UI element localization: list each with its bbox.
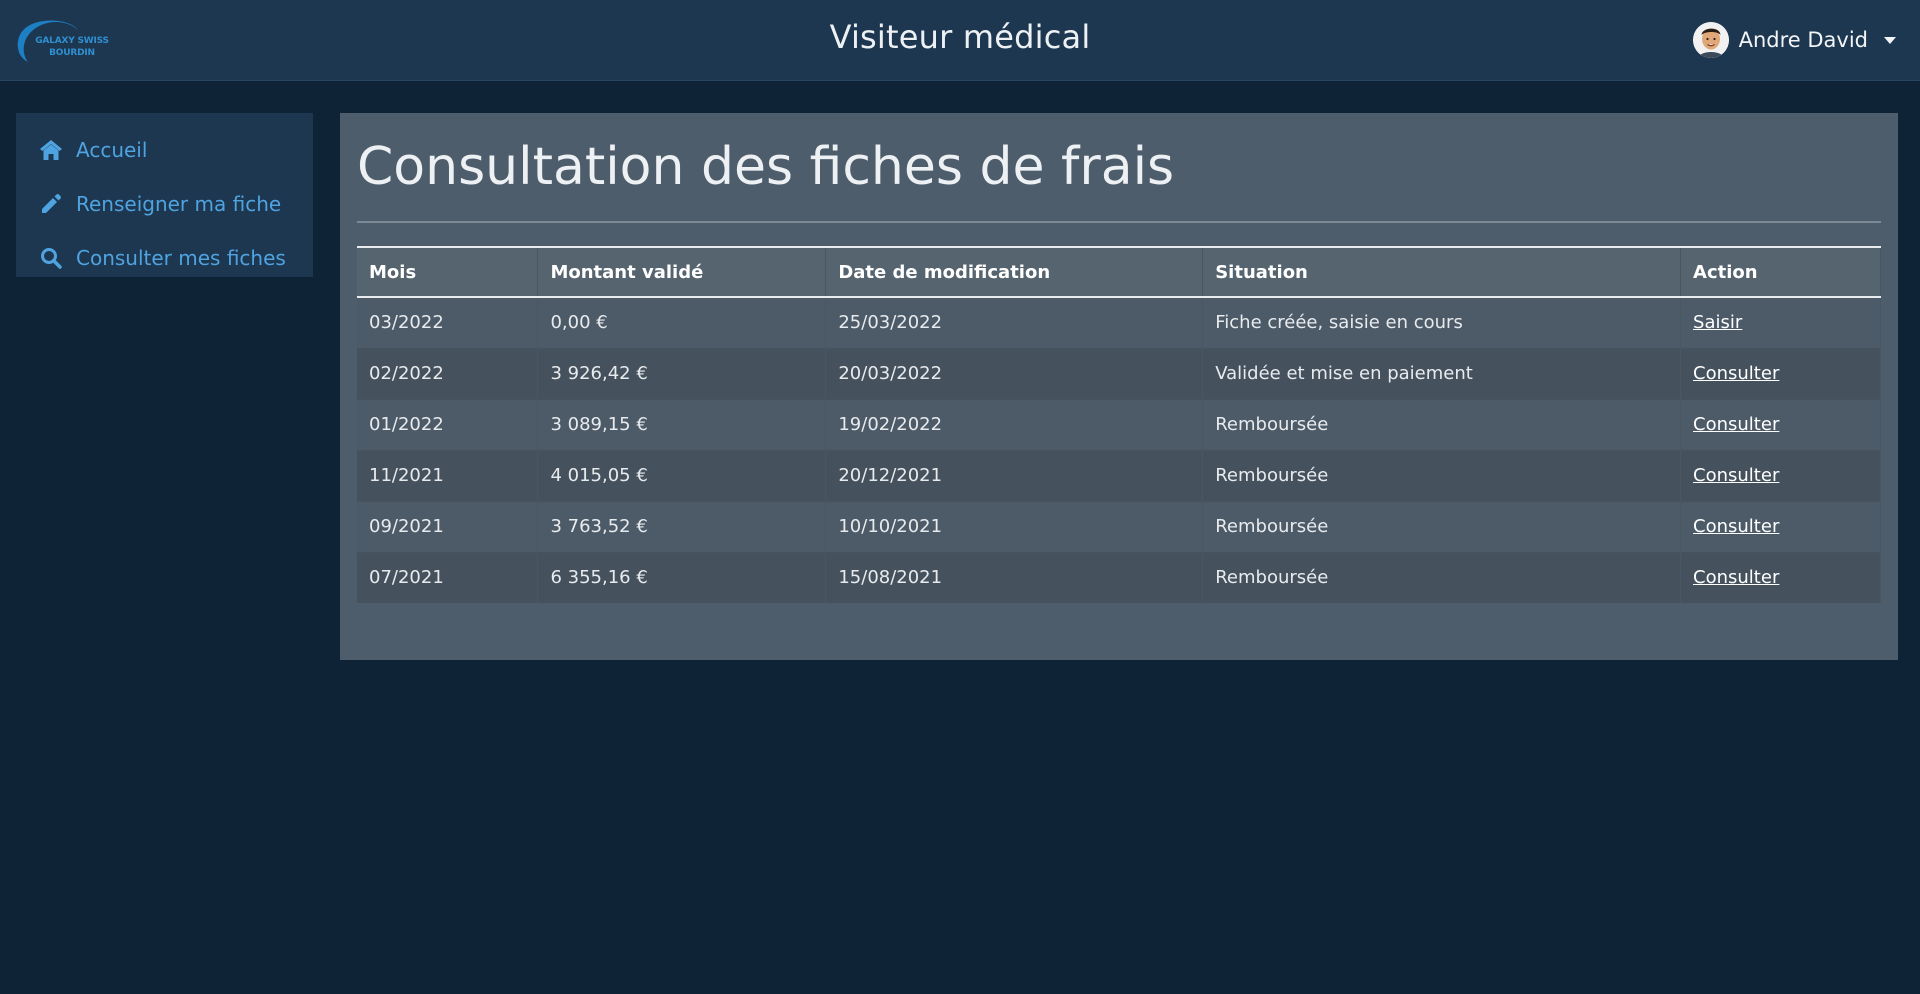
sidebar-item-label: Consulter mes fiches: [76, 246, 286, 270]
home-icon: [38, 137, 64, 163]
galaxy-swiss-bourdin-logo[interactable]: GALAXY SWISS BOURDIN: [14, 18, 114, 66]
main-panel: Consultation des fiches de frais Mois Mo…: [340, 113, 1898, 660]
fiches-table: Mois Montant validé Date de modification…: [357, 246, 1881, 603]
consulter-link[interactable]: Consulter: [1693, 363, 1779, 384]
cell-montant: 3 763,52 €: [537, 500, 827, 552]
cell-mois: 07/2021: [357, 551, 539, 603]
logo-text: GALAXY SWISS BOURDIN: [32, 35, 112, 59]
table-row: 09/2021 3 763,52 € 10/10/2021 Remboursée…: [357, 500, 1881, 552]
table-header-row: Mois Montant validé Date de modification…: [357, 247, 1881, 297]
cell-mois: 09/2021: [357, 500, 539, 552]
title-divider: [357, 221, 1881, 223]
user-menu-dropdown[interactable]: Andre David: [1692, 21, 1896, 59]
saisir-link[interactable]: Saisir: [1693, 312, 1742, 333]
pencil-icon: [38, 191, 64, 217]
table-row: 07/2021 6 355,16 € 15/08/2021 Remboursée…: [357, 551, 1881, 603]
cell-situation: Fiche créée, saisie en cours: [1202, 296, 1682, 348]
column-header-date: Date de modification: [825, 247, 1204, 297]
user-avatar: [1692, 22, 1729, 58]
table-row: 03/2022 0,00 € 25/03/2022 Fiche créée, s…: [357, 296, 1881, 348]
sidebar-item-renseigner[interactable]: Renseigner ma fiche: [16, 177, 313, 231]
table-body: 03/2022 0,00 € 25/03/2022 Fiche créée, s…: [357, 296, 1881, 603]
cell-montant: 6 355,16 €: [537, 551, 827, 603]
cell-action: Consulter: [1680, 551, 1881, 603]
cell-date: 25/03/2022: [825, 296, 1204, 348]
cell-action: Consulter: [1680, 347, 1881, 399]
sidebar-nav: Accueil Renseigner ma fiche Consulter me…: [16, 113, 313, 277]
logo-line1: GALAXY SWISS: [35, 36, 109, 46]
cell-mois: 03/2022: [357, 296, 539, 348]
cell-situation: Remboursée: [1202, 449, 1682, 501]
cell-montant: 4 015,05 €: [537, 449, 827, 501]
column-header-action: Action: [1680, 247, 1881, 297]
cell-mois: 11/2021: [357, 449, 539, 501]
table-header: Mois Montant validé Date de modification…: [357, 247, 1881, 297]
cell-date: 20/12/2021: [825, 449, 1204, 501]
chevron-down-icon: [1884, 36, 1896, 44]
cell-montant: 3 089,15 €: [537, 398, 827, 450]
app-role-title: Visiteur médical: [829, 18, 1091, 56]
consulter-link[interactable]: Consulter: [1693, 567, 1779, 588]
cell-montant: 3 926,42 €: [537, 347, 827, 399]
logo-line2: BOURDIN: [49, 48, 95, 58]
cell-action: Consulter: [1680, 398, 1881, 450]
page-title: Consultation des fiches de frais: [357, 137, 1175, 197]
cell-montant: 0,00 €: [537, 296, 827, 348]
table-row: 01/2022 3 089,15 € 19/02/2022 Remboursée…: [357, 398, 1881, 450]
sidebar-item-accueil[interactable]: Accueil: [16, 123, 313, 177]
cell-situation: Remboursée: [1202, 398, 1682, 450]
table-row: 02/2022 3 926,42 € 20/03/2022 Validée et…: [357, 347, 1881, 399]
cell-mois: 02/2022: [357, 347, 539, 399]
cell-mois: 01/2022: [357, 398, 539, 450]
top-navbar: GALAXY SWISS BOURDIN Visiteur médical An…: [0, 0, 1920, 81]
consulter-link[interactable]: Consulter: [1693, 516, 1779, 537]
cell-date: 10/10/2021: [825, 500, 1204, 552]
consulter-link[interactable]: Consulter: [1693, 414, 1779, 435]
user-name: Andre David: [1738, 28, 1868, 52]
cell-situation: Remboursée: [1202, 551, 1682, 603]
cell-action: Saisir: [1680, 296, 1881, 348]
sidebar-item-consulter[interactable]: Consulter mes fiches: [16, 231, 313, 285]
search-icon: [38, 245, 64, 271]
column-header-mois: Mois: [357, 247, 539, 297]
consulter-link[interactable]: Consulter: [1693, 465, 1779, 486]
cell-date: 20/03/2022: [825, 347, 1204, 399]
user-avatar-icon: [1692, 22, 1729, 58]
column-header-situation: Situation: [1202, 247, 1682, 297]
cell-date: 15/08/2021: [825, 551, 1204, 603]
cell-date: 19/02/2022: [825, 398, 1204, 450]
cell-action: Consulter: [1680, 500, 1881, 552]
table-row: 11/2021 4 015,05 € 20/12/2021 Remboursée…: [357, 449, 1881, 501]
cell-situation: Validée et mise en paiement: [1202, 347, 1682, 399]
cell-action: Consulter: [1680, 449, 1881, 501]
sidebar-item-label: Accueil: [76, 138, 148, 162]
sidebar-item-label: Renseigner ma fiche: [76, 192, 282, 216]
cell-situation: Remboursée: [1202, 500, 1682, 552]
column-header-montant: Montant validé: [537, 247, 827, 297]
